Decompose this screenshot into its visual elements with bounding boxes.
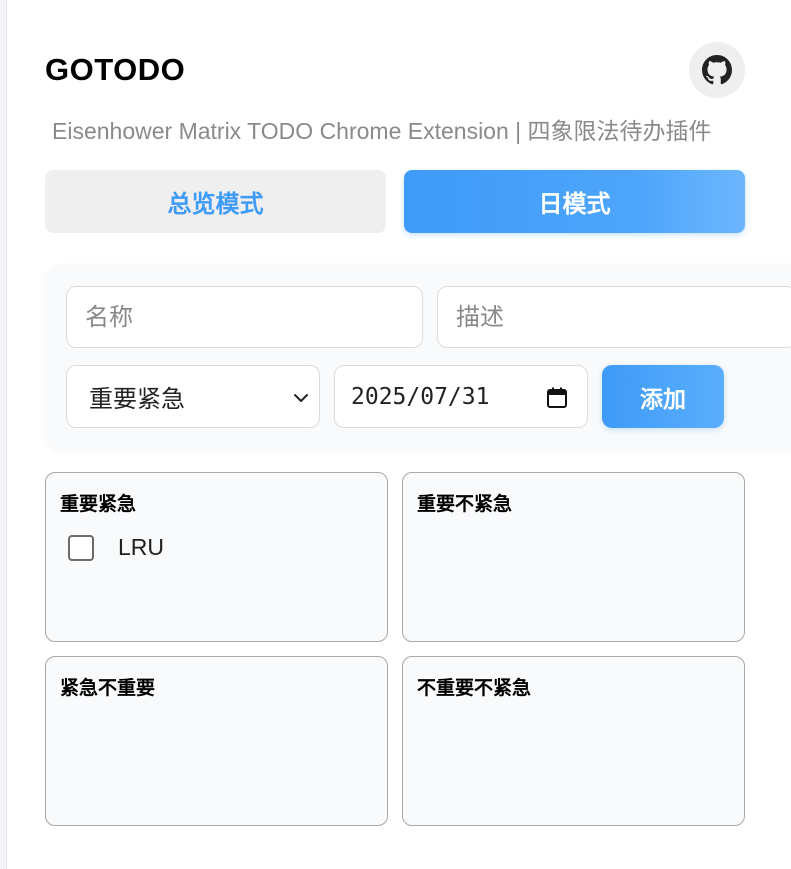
- date-value: 2025/07/31: [351, 383, 490, 410]
- quadrant-title: 重要紧急: [60, 493, 137, 515]
- github-icon: [702, 55, 732, 85]
- app-subtitle: Eisenhower Matrix TODO Chrome Extension …: [52, 118, 712, 144]
- add-button[interactable]: 添加: [602, 365, 724, 428]
- github-button[interactable]: [689, 42, 745, 98]
- calendar-icon[interactable]: [545, 386, 569, 410]
- app-title: GOTODO: [45, 52, 186, 87]
- priority-select-value: 重要紧急: [89, 385, 185, 413]
- quadrant-important-not-urgent: 重要不紧急: [402, 472, 745, 642]
- chevron-down-icon: [294, 394, 308, 402]
- add-task-form: 重要紧急 2025/07/31 添加: [45, 265, 791, 450]
- background-page-edge: [0, 0, 7, 869]
- quadrant-not-important-not-urgent: 不重要不紧急: [402, 656, 745, 826]
- date-input[interactable]: 2025/07/31: [334, 365, 588, 428]
- name-input[interactable]: [66, 286, 423, 348]
- mode-tabs: 总览模式 日模式: [45, 170, 745, 233]
- task-checkbox[interactable]: [68, 534, 94, 561]
- header: GOTODO: [45, 40, 745, 100]
- tab-overview-mode[interactable]: 总览模式: [45, 170, 386, 233]
- quadrant-title: 紧急不重要: [60, 677, 156, 699]
- quadrant-title: 不重要不紧急: [417, 677, 532, 699]
- priority-select[interactable]: 重要紧急: [66, 365, 320, 428]
- extension-popup: GOTODO Eisenhower Matrix TODO Chrome Ext…: [0, 0, 791, 869]
- task-item: LRU: [68, 534, 164, 561]
- description-input[interactable]: [437, 286, 791, 348]
- quadrant-urgent-not-important: 紧急不重要: [45, 656, 388, 826]
- tab-day-mode[interactable]: 日模式: [404, 170, 745, 233]
- task-name: LRU: [118, 534, 165, 560]
- quadrant-important-urgent: 重要紧急 LRU: [45, 472, 388, 642]
- quadrant-title: 重要不紧急: [417, 493, 513, 515]
